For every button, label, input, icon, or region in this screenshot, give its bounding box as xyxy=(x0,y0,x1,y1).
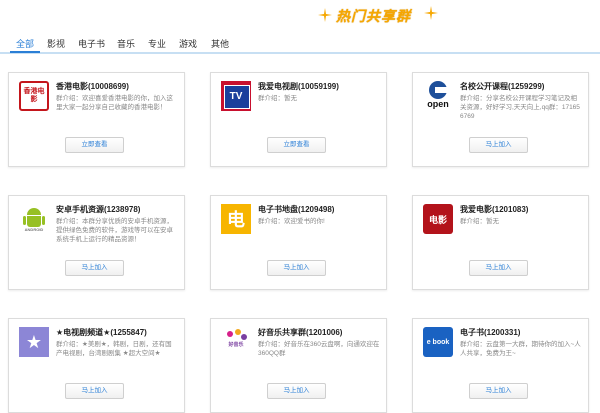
join-button[interactable]: 马上加入 xyxy=(267,260,326,276)
group-card: e book 电子书(1200331) 群介绍：云盘第一大群，期待你的加入~人人… xyxy=(412,318,589,413)
tab-music[interactable]: 音乐 xyxy=(117,37,135,50)
open-course-icon: open xyxy=(423,81,453,111)
tab-all[interactable]: 全部 xyxy=(9,37,41,53)
movie-stamp-icon: 电影 xyxy=(423,204,453,234)
sparkle-icon xyxy=(424,6,438,20)
group-name[interactable]: 我爱电影(1201083) xyxy=(460,204,528,215)
group-card: 好音乐 好音乐共享群(1201006) 群介绍：好音乐在360云盘啊，向通欢迎在… xyxy=(210,318,387,413)
tab-other[interactable]: 其他 xyxy=(211,37,229,50)
group-description: 群介绍：欢迎喜爱香港电影的你，加入这里大家一起分享自己收藏的香港电影！ xyxy=(56,95,173,111)
group-name[interactable]: 好音乐共享群(1201006) xyxy=(258,327,342,338)
group-description: 群介绍：暂无 xyxy=(460,218,499,225)
group-name[interactable]: 电子书(1200331) xyxy=(460,327,520,338)
group-name[interactable]: 名校公开课程(1259299) xyxy=(460,81,544,92)
group-card: 电影 我爱电影(1201083) 群介绍：暂无 马上加入 xyxy=(412,195,589,290)
group-card: ANDROID 安卓手机资源(1238978) 群介绍：本群分享优质的安卓手机资… xyxy=(8,195,185,290)
tab-professional[interactable]: 专业 xyxy=(148,37,166,50)
group-card: 电 电子书地盘(1209498) 群介绍：欢迎爱书的你! 马上加入 xyxy=(210,195,387,290)
music-share-icon: 好音乐 xyxy=(221,327,251,357)
join-button[interactable]: 马上加入 xyxy=(65,383,124,399)
group-card: 香港电影 香港电影(10008699) 群介绍：欢迎喜爱香港电影的你，加入这里大… xyxy=(8,72,185,167)
join-button[interactable]: 马上加入 xyxy=(469,383,528,399)
group-description: 群介绍：好音乐在360云盘啊，向通欢迎在360QQ群 xyxy=(258,341,380,357)
group-name[interactable]: 香港电影(10008699) xyxy=(56,81,129,92)
join-button[interactable]: 马上加入 xyxy=(469,260,528,276)
join-button[interactable]: 马上加入 xyxy=(469,137,528,153)
group-description: 群介绍：分享名校公开课程学习笔记及相关资源，好好学习,天天向上,qq群：1716… xyxy=(460,95,580,120)
group-name[interactable]: 安卓手机资源(1238978) xyxy=(56,204,140,215)
tv-icon: TV xyxy=(221,81,251,111)
android-icon: ANDROID xyxy=(19,204,49,234)
group-card: ★ ★电视剧频道★(1255847) 群介绍：★美剧★，韩剧，日剧，还有国产电视… xyxy=(8,318,185,413)
group-name[interactable]: 电子书地盘(1209498) xyxy=(258,204,334,215)
header: 热门共享群 xyxy=(0,0,600,34)
star-icon: ★ xyxy=(19,327,49,357)
group-description: 群介绍：★美剧★，韩剧，日剧，还有国产电视剧，台湾剧剧集 ★超大空间★ xyxy=(56,341,172,357)
group-name[interactable]: ★电视剧频道★(1255847) xyxy=(56,327,147,338)
group-description: 群介绍：暂无 xyxy=(258,95,297,102)
join-button[interactable]: 马上加入 xyxy=(65,260,124,276)
group-description: 群介绍：本群分享优质的安卓手机资源，提供绿色免费的软件，游戏等可以在安卓系统手机… xyxy=(56,218,173,243)
page-title: 热门共享群 xyxy=(336,8,411,24)
group-description: 群介绍：云盘第一大群，期待你的加入~人人共享，免费为王~ xyxy=(460,341,581,357)
group-card: open 名校公开课程(1259299) 群介绍：分享名校公开课程学习笔记及相关… xyxy=(412,72,589,167)
ebook-char-icon: 电 xyxy=(221,204,251,234)
ebook-icon: e book xyxy=(423,327,453,357)
tab-game[interactable]: 游戏 xyxy=(179,37,197,50)
group-card: TV 我爱电视剧(10059199) 群介绍：暂无 立即查看 xyxy=(210,72,387,167)
group-name[interactable]: 我爱电视剧(10059199) xyxy=(258,81,339,92)
tab-ebook[interactable]: 电子书 xyxy=(78,37,105,50)
join-button[interactable]: 马上加入 xyxy=(267,383,326,399)
category-tabs: 全部 影视 电子书 音乐 专业 游戏 其他 xyxy=(0,34,600,54)
view-button[interactable]: 立即查看 xyxy=(267,137,326,153)
sparkle-icon xyxy=(318,8,332,22)
hong-kong-movie-stamp-icon: 香港电影 xyxy=(19,81,49,111)
view-button[interactable]: 立即查看 xyxy=(65,137,124,153)
tab-film[interactable]: 影视 xyxy=(47,37,65,50)
group-description: 群介绍：欢迎爱书的你! xyxy=(258,218,325,225)
